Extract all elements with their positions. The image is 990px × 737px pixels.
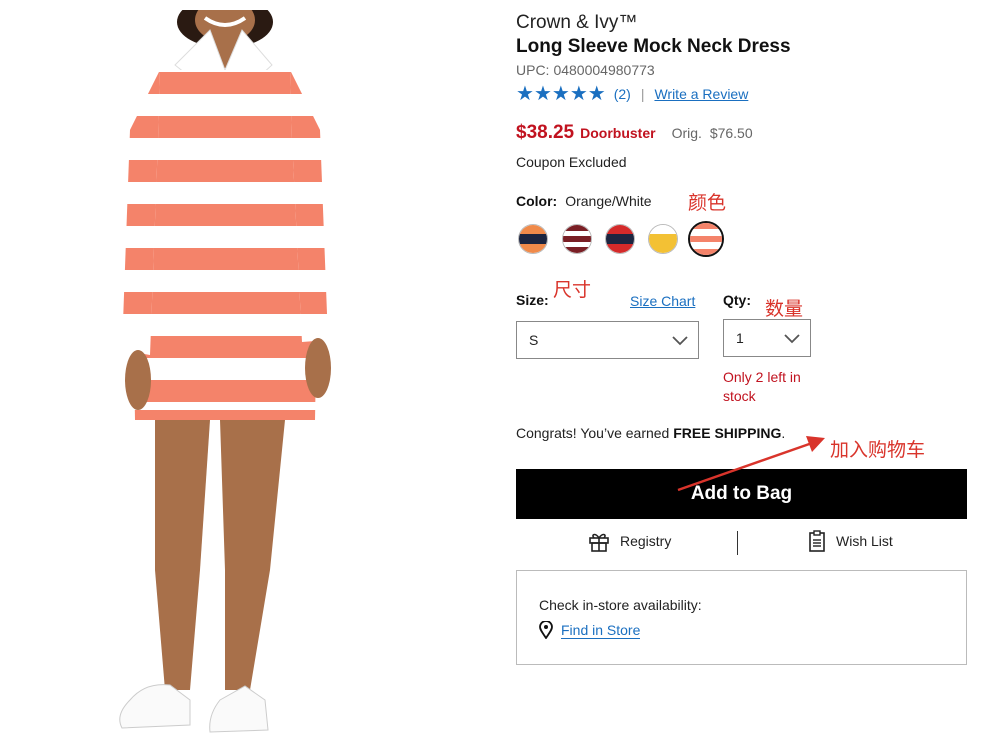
find-in-store-link[interactable]: Find in Store bbox=[561, 622, 641, 639]
qty-select-value: 1 bbox=[736, 330, 744, 346]
annotation-cart: 加入购物车 bbox=[830, 440, 926, 461]
store-availability-box: Check in-store availability: Find in Sto… bbox=[516, 570, 967, 665]
gift-icon bbox=[589, 533, 609, 552]
star-icon: ★ bbox=[516, 83, 534, 105]
size-chart-link[interactable]: Size Chart bbox=[630, 293, 695, 309]
annotation-color: 颜色 bbox=[688, 193, 727, 214]
color-value: Orange/White bbox=[565, 193, 652, 209]
brand-name: Crown & Ivy™ bbox=[516, 12, 638, 33]
upc-value: 0480004980773 bbox=[553, 62, 655, 78]
swatch-band bbox=[606, 243, 634, 253]
swatch-band bbox=[606, 234, 634, 244]
swatch-band bbox=[519, 234, 547, 244]
star-icon: ★ bbox=[587, 83, 606, 105]
annotation-size: 尺寸 bbox=[553, 280, 592, 301]
store-availability-label: Check in-store availability: bbox=[539, 597, 702, 613]
chevron-down-icon bbox=[784, 334, 800, 344]
chevron-down-icon bbox=[672, 336, 688, 346]
annotation-qty: 数量 bbox=[765, 299, 804, 320]
swatch-band bbox=[563, 247, 591, 253]
size-select[interactable]: S bbox=[516, 321, 699, 359]
find-in-store-row: Find in Store bbox=[539, 621, 641, 639]
registry-button[interactable]: Registry bbox=[588, 530, 671, 552]
swatch-band bbox=[649, 225, 677, 235]
sale-price: $38.25 bbox=[516, 122, 575, 143]
orig-label: Orig. bbox=[671, 125, 702, 141]
write-review-link[interactable]: Write a Review bbox=[654, 86, 748, 102]
map-pin-icon bbox=[539, 621, 553, 639]
annotation-arrow bbox=[677, 436, 825, 492]
original-price: Orig. $76.50 bbox=[672, 125, 753, 141]
size-label: Size: bbox=[516, 292, 549, 308]
star-icon: ★ bbox=[569, 83, 588, 105]
size-select-value: S bbox=[529, 332, 539, 348]
shipping-prefix: Congrats! You’ve earned bbox=[516, 425, 674, 441]
stock-message: Only 2 left in stock bbox=[723, 369, 801, 404]
price-row: $38.25 Doorbuster Orig. $76.50 bbox=[516, 122, 753, 144]
rating-separator: | bbox=[640, 86, 645, 102]
product-image bbox=[119, 10, 331, 733]
star-icon: ★ bbox=[551, 83, 570, 105]
swatch-navy-orange[interactable] bbox=[518, 224, 548, 254]
color-label-row: Color: Orange/White bbox=[516, 193, 652, 209]
swatch-maroon-white[interactable] bbox=[562, 224, 592, 254]
utility-row: Registry Wish List bbox=[516, 530, 967, 556]
qty-label: Qty: bbox=[723, 292, 751, 308]
swatch-band bbox=[649, 243, 677, 253]
upc: UPC: 0480004980773 bbox=[516, 62, 655, 78]
review-count-link[interactable]: (2) bbox=[614, 86, 631, 102]
product-title: Long Sleeve Mock Neck Dress bbox=[516, 36, 791, 57]
coupon-note: Coupon Excluded bbox=[516, 154, 627, 170]
registry-label: Registry bbox=[620, 533, 672, 549]
orig-value: $76.50 bbox=[709, 125, 753, 141]
wishlist-button[interactable]: Wish List bbox=[808, 530, 893, 552]
doorbuster-badge: Doorbuster bbox=[580, 125, 656, 141]
swatch-red-navy[interactable] bbox=[605, 224, 635, 254]
swatch-band bbox=[690, 248, 722, 255]
swatch-orange-white[interactable] bbox=[688, 221, 724, 257]
star-icon: ★ bbox=[533, 83, 552, 105]
rating-stars[interactable]: ★ ★ ★ ★ ★ bbox=[516, 84, 606, 104]
color-label: Color: bbox=[516, 193, 558, 209]
swatch-band bbox=[606, 225, 634, 235]
swatch-yellow-white[interactable] bbox=[648, 224, 678, 254]
swatch-band bbox=[519, 225, 547, 235]
swatch-band bbox=[519, 243, 547, 253]
upc-label: UPC: bbox=[516, 62, 550, 78]
clipboard-icon bbox=[809, 530, 825, 552]
qty-select[interactable]: 1 bbox=[723, 319, 811, 357]
wishlist-label: Wish List bbox=[836, 533, 893, 549]
rating-row: ★ ★ ★ ★ ★ (2) | Write a Review bbox=[516, 84, 748, 104]
swatch-band bbox=[649, 234, 677, 244]
utility-divider bbox=[737, 531, 738, 555]
